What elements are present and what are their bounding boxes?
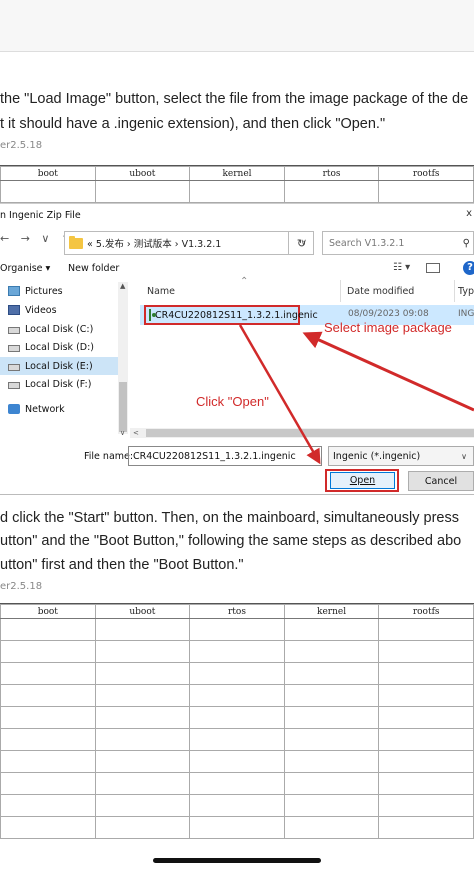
nav-item-label: Videos — [25, 304, 57, 316]
ingenic-file-icon — [149, 309, 156, 321]
column-separator — [454, 280, 455, 302]
search-icon: ⚲ — [462, 237, 470, 249]
nav-item-label: Local Disk (D:) — [25, 341, 94, 353]
nav-item-videos[interactable]: Videos — [8, 301, 118, 319]
column-header: rtos — [189, 604, 285, 619]
network-icon — [8, 404, 20, 414]
column-header: uboot — [94, 166, 191, 181]
highlight-box: CR4CU220812S11_1.3.2.1.ingenic — [144, 305, 318, 325]
annotation-click-open: Click "Open" — [196, 394, 269, 409]
cancel-button[interactable]: Cancel — [408, 471, 474, 491]
nav-item-disk-f[interactable]: Local Disk (F:) — [8, 375, 118, 393]
column-header: kernel — [189, 166, 285, 181]
scrollbar-thumb[interactable] — [119, 382, 127, 432]
folder-icon — [69, 235, 83, 249]
open-file-dialog: n Ingenic Zip File x ← → ∨ ↑ « 5.发布 › 测试… — [0, 203, 474, 495]
search-placeholder: Search V1.3.2.1 — [329, 237, 405, 249]
open-button[interactable]: Open — [330, 472, 395, 489]
address-bar[interactable]: « 5.发布 › 测试版本 › V1.3.2.1 ∨ — [64, 231, 314, 255]
column-header: rootfs — [378, 166, 474, 181]
file-name-value: CR4CU220812S11_1.3.2.1.ingenic — [133, 450, 296, 462]
file-date: 08/09/2023 09:08 — [348, 309, 429, 319]
column-header: rootfs — [378, 604, 474, 619]
nav-item-label: Local Disk (C:) — [25, 323, 94, 335]
column-type[interactable]: Typ — [458, 286, 474, 297]
help-icon[interactable]: ? — [463, 261, 474, 275]
nav-item-disk-d[interactable]: Local Disk (D:) — [8, 338, 118, 356]
instruction-line: t it should have a .ingenic extension), … — [0, 116, 386, 132]
nav-item-label: Network — [25, 403, 65, 415]
disk-icon — [8, 382, 20, 389]
videos-icon — [8, 305, 20, 315]
scrollbar-thumb[interactable] — [146, 429, 474, 437]
disk-icon — [8, 364, 20, 371]
instruction-line: utton" first and then the "Boot Button." — [0, 557, 244, 573]
instruction-line: d click the "Start" button. Then, on the… — [0, 510, 459, 526]
nav-item-label: Local Disk (E:) — [25, 360, 93, 372]
column-header: kernel — [283, 604, 380, 619]
column-header: boot — [0, 166, 96, 181]
column-separator — [340, 280, 341, 302]
instruction-line: the "Load Image" button, select the file… — [0, 91, 469, 107]
refresh-icon[interactable]: ↻ — [288, 231, 314, 255]
address-path: « 5.发布 › 测试版本 › V1.3.2.1 — [87, 239, 222, 250]
annotation-select-image-package: Select image package — [324, 320, 452, 335]
scroll-left-icon[interactable]: < — [133, 429, 139, 437]
organise-menu[interactable]: Organise ▾ — [0, 263, 50, 274]
partition-table-top: boot uboot kernel rtos rootfs — [0, 165, 474, 203]
file-name-label: File name: — [84, 451, 134, 462]
preview-pane-icon[interactable] — [426, 263, 440, 273]
open-button-label: Open — [349, 475, 376, 486]
disk-icon — [8, 345, 20, 352]
nav-item-disk-e[interactable]: Local Disk (E:) — [0, 357, 118, 375]
chevron-down-icon[interactable]: ∨ — [307, 446, 322, 466]
file-type-value: Ingenic (*.ingenic) — [333, 450, 421, 462]
nav-item-pictures[interactable]: Pictures — [8, 282, 118, 300]
instruction-line: utton" and the "Boot Button," following … — [0, 533, 462, 549]
file-list-header: Name Date modified Typ — [140, 284, 474, 302]
scroll-up-icon[interactable]: ▲ — [120, 282, 125, 290]
tool-version-label: er2.5.18 — [0, 140, 43, 151]
dialog-title: n Ingenic Zip File — [0, 210, 81, 221]
disk-icon — [8, 327, 20, 334]
nav-scrollbar[interactable]: ▲ — [118, 282, 128, 434]
horizontal-scrollbar[interactable]: < — [130, 428, 474, 438]
browser-top-band — [0, 0, 474, 52]
column-header: boot — [0, 604, 96, 619]
column-header: uboot — [94, 604, 191, 619]
column-name[interactable]: Name — [147, 286, 175, 297]
view-options-icon[interactable]: ☷ ▾ — [393, 262, 410, 273]
file-name: CR4CU220812S11_1.3.2.1.ingenic — [155, 309, 318, 321]
tool-version-label: er2.5.18 — [0, 581, 43, 592]
close-icon[interactable]: x — [466, 208, 472, 219]
column-date-modified[interactable]: Date modified — [347, 286, 414, 297]
home-indicator[interactable] — [153, 858, 321, 863]
navigation-pane: Pictures Videos Local Disk (C:) Local Di… — [0, 280, 130, 440]
pictures-icon — [8, 286, 20, 296]
new-folder-button[interactable]: New folder — [68, 263, 119, 274]
partition-table-bottom: boot uboot rtos kernel rootfs — [0, 603, 474, 861]
column-header: rtos — [283, 166, 380, 181]
file-type: ING — [458, 309, 474, 319]
nav-item-network[interactable]: Network — [8, 400, 118, 418]
cancel-button-label: Cancel — [424, 475, 458, 487]
file-type-select[interactable]: Ingenic (*.ingenic) ∨ — [328, 446, 474, 466]
chevron-down-icon: ∨ — [461, 451, 467, 461]
search-input[interactable]: Search V1.3.2.1 ⚲ — [322, 231, 474, 255]
file-name-field[interactable]: CR4CU220812S11_1.3.2.1.ingenic — [128, 446, 322, 466]
nav-item-label: Local Disk (F:) — [25, 378, 92, 390]
nav-item-label: Pictures — [25, 285, 63, 297]
nav-item-disk-c[interactable]: Local Disk (C:) — [8, 320, 118, 338]
scroll-down-icon[interactable]: ∨ — [120, 429, 125, 437]
